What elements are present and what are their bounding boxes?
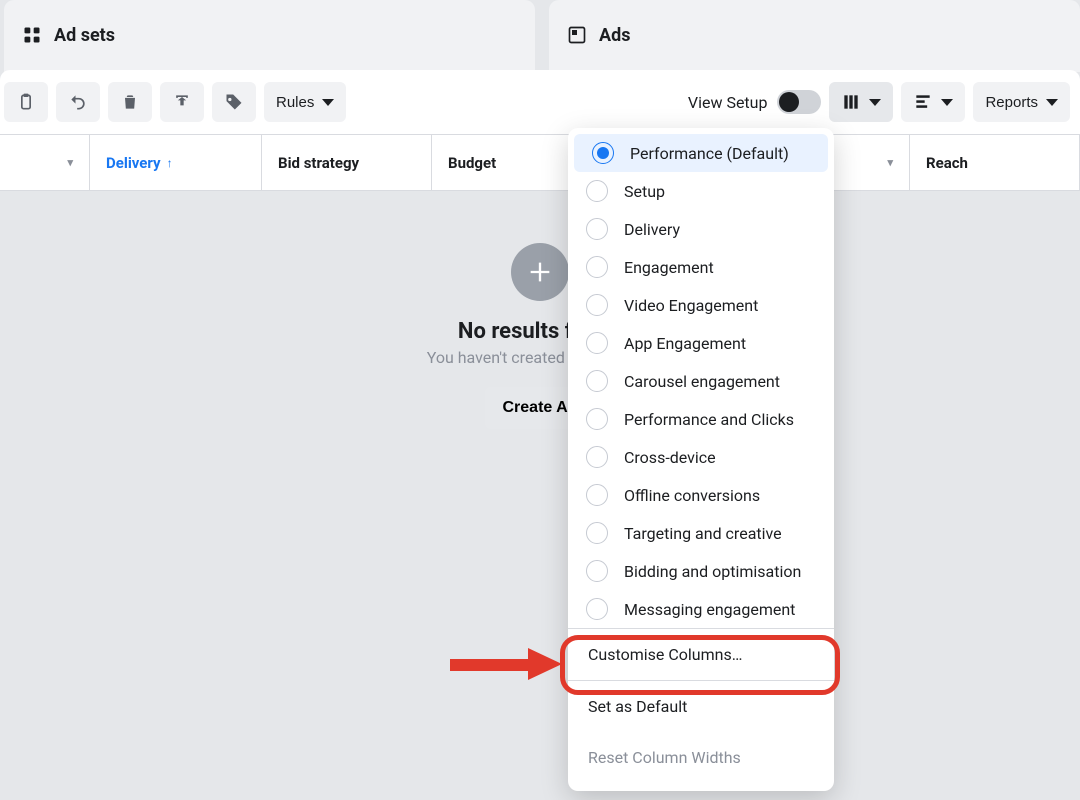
preset-option[interactable]: Messaging engagement [568,590,834,628]
caret-down-icon [941,99,953,106]
column-budget-label: Budget [448,154,496,172]
preset-label: Performance (Default) [630,144,789,163]
tag-button[interactable] [212,82,256,122]
columns-button[interactable] [829,82,893,122]
preset-label: Video Engagement [624,296,758,315]
columns-icon [841,92,861,112]
preset-label: App Engagement [624,334,746,353]
view-setup-label: View Setup [688,93,768,112]
radio-icon [586,218,608,240]
reset-widths-action[interactable]: Reset Column Widths [568,732,834,783]
preset-label: Engagement [624,258,714,277]
rules-label: Rules [276,94,314,111]
column-reach-label: Reach [926,154,968,172]
set-default-action[interactable]: Set as Default [568,681,834,732]
clipboard-icon [16,92,36,112]
tab-ads[interactable]: Ads [549,0,1080,72]
preset-label: Messaging engagement [624,600,795,619]
caret-down-icon [1046,99,1058,106]
preset-label: Bidding and optimisation [624,562,801,581]
sort-asc-icon: ↑ [167,156,173,170]
preset-label: Offline conversions [624,486,760,505]
preset-option[interactable]: Cross-device [568,438,834,476]
radio-icon [586,560,608,582]
preset-label: Cross-device [624,448,716,467]
radio-icon [586,408,608,430]
rules-button[interactable]: Rules [264,82,346,122]
undo-button[interactable] [56,82,100,122]
column-bid-label: Bid strategy [278,154,359,172]
preset-label: Targeting and creative [624,524,782,543]
preset-option[interactable]: Offline conversions [568,476,834,514]
undo-icon [68,92,88,112]
clipboard-button[interactable] [4,82,48,122]
column-delivery-label: Delivery [106,154,161,172]
preset-option[interactable]: Delivery [568,210,834,248]
caret-down-icon: ▾ [67,156,73,169]
radio-icon [586,332,608,354]
caret-down-icon [322,99,334,106]
tab-ads-label: Ads [599,25,630,46]
tab-ad-sets[interactable]: Ad sets [4,0,535,72]
column-bid-strategy[interactable]: Bid strategy [262,135,432,190]
delete-button[interactable] [108,82,152,122]
radio-icon [586,370,608,392]
toggle-switch[interactable] [777,90,821,114]
radio-icon [586,294,608,316]
preset-label: Performance and Clicks [624,410,794,429]
customise-columns-action[interactable]: Customise Columns… [568,629,834,680]
radio-icon [586,484,608,506]
preset-option[interactable]: App Engagement [568,324,834,362]
preset-option[interactable]: Performance and Clicks [568,400,834,438]
export-button[interactable] [160,82,204,122]
column-budget[interactable]: Budget [432,135,580,190]
column-select[interactable]: ▾ [0,135,90,190]
preset-option[interactable]: Carousel engagement [568,362,834,400]
preset-label: Setup [624,182,665,201]
annotation-arrow-icon [450,648,562,680]
columns-dropdown: Performance (Default) Setup Delivery Eng… [568,128,834,791]
caret-down-icon [869,99,881,106]
preset-option[interactable]: Performance (Default) [574,134,828,172]
empty-state: No results found You haven't created any… [0,191,1080,429]
column-reach[interactable]: Reach [910,135,1080,190]
preset-option[interactable]: Targeting and creative [568,514,834,552]
radio-icon [592,142,614,164]
breakdown-button[interactable] [901,82,965,122]
tab-adsets-label: Ad sets [54,25,115,46]
column-delivery[interactable]: Delivery ↑ [90,135,262,190]
export-icon [172,92,192,112]
breakdown-icon [913,92,933,112]
toolbar: Rules View Setup Reports [0,70,1080,135]
caret-down-icon: ▾ [887,156,893,169]
table-header: ▾ Delivery ↑ Bid strategy Budget ▾ Reach [0,135,1080,191]
tag-icon [224,92,244,112]
grid-icon [22,25,42,45]
trash-icon [120,92,140,112]
radio-icon [586,522,608,544]
preset-label: Delivery [624,220,680,239]
radio-icon [586,180,608,202]
preset-label: Carousel engagement [624,372,780,391]
reports-label: Reports [985,94,1038,111]
view-setup-toggle[interactable]: View Setup [688,90,822,114]
preset-option[interactable]: Engagement [568,248,834,286]
reports-button[interactable]: Reports [973,82,1070,122]
plus-circle-icon [511,243,569,301]
preset-option[interactable]: Video Engagement [568,286,834,324]
preset-option[interactable]: Bidding and optimisation [568,552,834,590]
radio-icon [586,598,608,620]
ad-icon [567,25,587,45]
preset-option[interactable]: Setup [568,172,834,210]
radio-icon [586,446,608,468]
radio-icon [586,256,608,278]
